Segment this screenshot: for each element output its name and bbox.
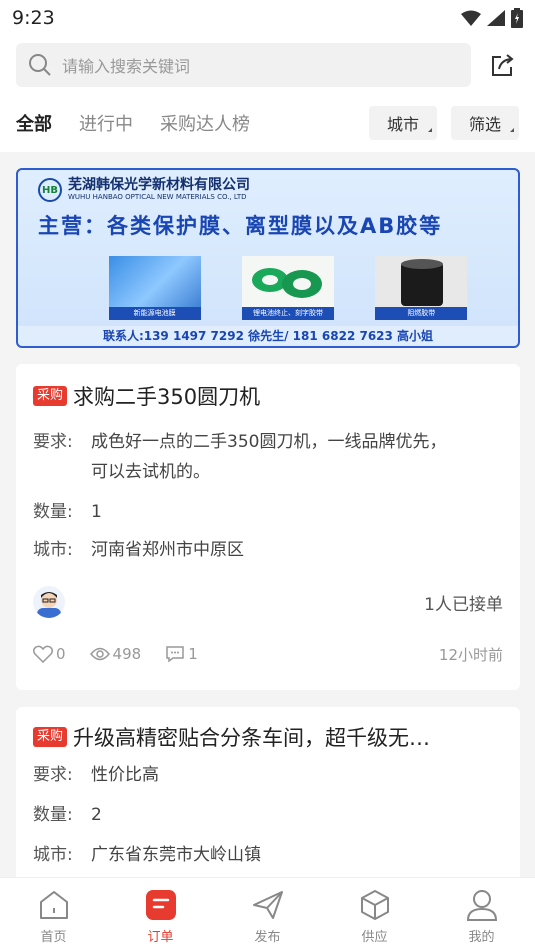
card-title-row: 采购 求购二手350圆刀机 [33, 381, 503, 411]
nav-label: 订单 [147, 930, 174, 945]
card-title: 升级高精密贴合分条车间，超千级无… [73, 726, 431, 750]
comment-icon [166, 646, 184, 663]
quantity-value: 1 [91, 502, 102, 522]
dropdown-corner-icon [510, 128, 514, 132]
card-title-row: 采购 升级高精密贴合分条车间，超千级无… [33, 722, 503, 752]
city-value: 广东省东莞市大岭山镇 [91, 845, 261, 865]
city-field: 城市: 河南省郑州市中原区 [33, 535, 503, 565]
order-icon [143, 888, 179, 922]
tab-all[interactable]: 全部 [16, 110, 52, 136]
city-label: 城市: [33, 540, 73, 560]
bottom-nav: 首页 订单 发布 供应 我的 [0, 877, 535, 951]
nav-publish[interactable]: 发布 [238, 888, 298, 945]
requirement-value: 成色好一点的二手350圆刀机，一线品牌优先， 可以去试机的。 [91, 427, 446, 487]
nav-label: 我的 [468, 930, 495, 945]
purchase-tag: 采购 [33, 386, 68, 406]
send-icon [250, 888, 286, 922]
status-icons [461, 8, 523, 28]
banner-ad[interactable]: HB 芜湖韩保光学新材料有限公司 WUHU HANBAO OPTICAL NEW… [16, 168, 520, 348]
user-icon [464, 888, 500, 922]
nav-home[interactable]: 首页 [24, 888, 84, 945]
requirement-line: 可以去试机的。 [91, 462, 210, 482]
city-filter-button[interactable]: 城市 [368, 106, 437, 140]
status-bar: 9:23 [0, 0, 535, 36]
nav-supply[interactable]: 供应 [345, 888, 405, 945]
like-stat[interactable]: 0 [33, 645, 66, 663]
home-icon [36, 888, 72, 922]
dropdown-corner-icon [427, 128, 432, 132]
search-input[interactable]: 请输入搜索关键词 [16, 43, 471, 87]
view-stat: 498 [89, 645, 142, 663]
share-button[interactable] [487, 49, 519, 81]
requirement-field: 要求: 成色好一点的二手350圆刀机，一线品牌优先， 可以去试机的。 [33, 427, 503, 487]
banner-products: 新能源电池膜 锂电池终止、刻字胶带 阻燃胶带 [18, 242, 518, 320]
search-row: 请输入搜索关键词 [0, 36, 535, 94]
company-name-cn: 芜湖韩保光学新材料有限公司 [68, 177, 250, 193]
box-icon [357, 888, 393, 922]
status-time: 9:23 [12, 7, 55, 29]
requirement-label: 要求: [33, 765, 73, 785]
company-name-en: WUHU HANBAO OPTICAL NEW MATERIALS CO., L… [68, 193, 247, 201]
city-value: 河南省郑州市中原区 [91, 540, 244, 560]
wifi-icon [461, 10, 481, 26]
battery-icon [511, 8, 523, 28]
share-icon [492, 54, 514, 76]
quantity-field: 数量: 1 [33, 497, 503, 527]
product-image: 阻燃胶带 [375, 256, 468, 320]
tabs-row: 全部 进行中 采购达人榜 城市 筛选 [0, 94, 535, 152]
requirement-value: 性价比高 [91, 765, 159, 785]
requirement-label: 要求: [33, 432, 73, 452]
accepted-count: 1人已接单 [424, 594, 503, 615]
card-user-row: 1人已接单 [33, 583, 503, 621]
nav-label: 发布 [254, 930, 281, 945]
product-caption: 阻燃胶带 [375, 307, 468, 320]
nav-label: 首页 [40, 930, 67, 945]
signal-icon [487, 10, 505, 26]
quantity-label: 数量: [33, 502, 73, 522]
purchase-card[interactable]: 采购 求购二手350圆刀机 要求: 成色好一点的二手350圆刀机，一线品牌优先，… [16, 364, 520, 690]
product-image: 锂电池终止、刻字胶带 [241, 256, 334, 320]
avatar[interactable] [33, 586, 65, 618]
search-icon [29, 54, 51, 76]
quantity-label: 数量: [33, 805, 73, 825]
filter-label: 筛选 [468, 115, 501, 134]
purchase-tag: 采购 [33, 727, 68, 747]
requirement-line: 成色好一点的二手350圆刀机，一线品牌优先， [91, 432, 447, 452]
city-filter-label: 城市 [386, 115, 419, 134]
time-ago: 12小时前 [438, 645, 503, 664]
tab-purchase-ranking[interactable]: 采购达人榜 [160, 110, 250, 136]
requirement-field: 要求: 性价比高 [33, 760, 503, 790]
filter-button[interactable]: 筛选 [450, 106, 519, 140]
city-field: 城市: 广东省东莞市大岭山镇 [33, 840, 503, 870]
card-stats: 0 498 1 12小时前 [33, 639, 503, 669]
city-label: 城市: [33, 845, 73, 865]
nav-order[interactable]: 订单 [131, 888, 191, 945]
nav-label: 供应 [361, 930, 388, 945]
heart-icon [33, 645, 53, 663]
banner-contact: 联系人:139 1497 7292 徐先生/ 181 6822 7623 高小姐 [18, 326, 518, 346]
eye-icon [89, 647, 110, 661]
view-count: 498 [112, 645, 142, 663]
tape-rolls-image [251, 268, 322, 298]
banner-company: HB 芜湖韩保光学新材料有限公司 WUHU HANBAO OPTICAL NEW… [18, 170, 518, 210]
quantity-value: 2 [91, 805, 102, 825]
quantity-field: 数量: 2 [33, 800, 503, 830]
card-title: 求购二手350圆刀机 [73, 385, 261, 409]
black-tape-image [401, 259, 444, 306]
product-caption: 新能源电池膜 [108, 307, 201, 320]
product-image: 新能源电池膜 [108, 256, 201, 320]
company-logo: HB [38, 178, 62, 202]
nav-mine[interactable]: 我的 [452, 888, 512, 945]
product-caption: 锂电池终止、刻字胶带 [241, 307, 334, 320]
like-count: 0 [56, 645, 66, 663]
avatar-icon [37, 592, 61, 618]
search-placeholder: 请输入搜索关键词 [62, 57, 191, 76]
banner-headline: 主营：各类保护膜、离型膜以及AB胶等 [38, 214, 443, 238]
comment-stat[interactable]: 1 [165, 645, 198, 663]
comment-count: 1 [188, 645, 198, 663]
tab-in-progress[interactable]: 进行中 [79, 110, 133, 136]
filter-group: 城市 筛选 [368, 106, 519, 140]
